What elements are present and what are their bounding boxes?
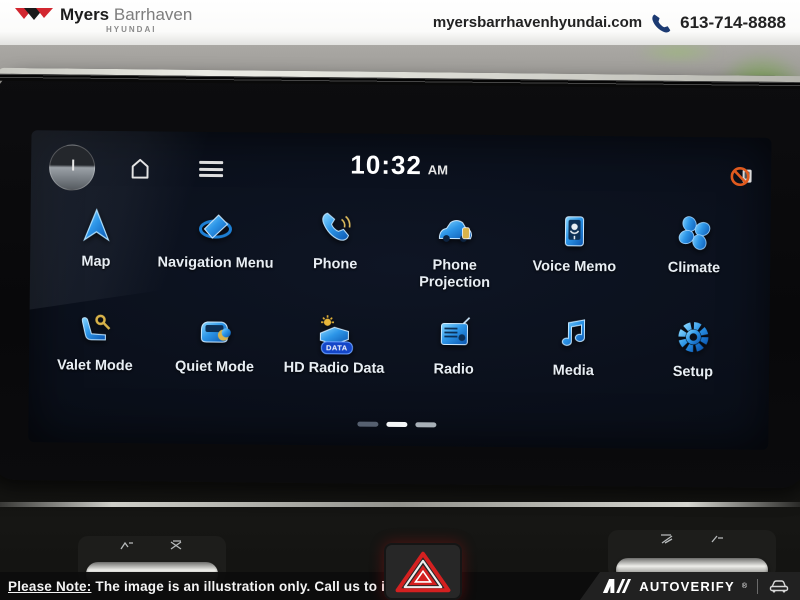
vent-chrome-slat-2 — [0, 521, 800, 525]
data-badge: DATA — [321, 341, 353, 354]
app-tile-valet-mode[interactable]: Valet Mode — [35, 308, 156, 413]
dealer-phone-number: 613-714-8888 — [680, 13, 786, 33]
autoverify-banner: AUTOVERIFY® — [580, 572, 800, 600]
phone-projection-icon — [433, 208, 477, 252]
page-dot-1[interactable] — [357, 422, 378, 427]
app-tile-climate[interactable]: Climate — [634, 210, 755, 315]
setup-gear-icon — [671, 315, 715, 359]
app-tile-media[interactable]: Media — [513, 313, 634, 418]
hamburger-menu-icon[interactable] — [199, 161, 223, 177]
hd-radio-data-icon: DATA — [312, 311, 356, 355]
myers-logo-icon — [14, 7, 54, 24]
climate-fan-icon — [672, 211, 716, 255]
seat-heat-icon — [119, 540, 135, 551]
phone-icon — [650, 12, 672, 34]
defrost-icon — [659, 534, 675, 545]
dealer-listing-photo: Myers Barrhaven HYUNDAI myersbarrhavenhy… — [0, 0, 800, 600]
app-tile-voice-memo[interactable]: Voice Memo — [514, 209, 635, 314]
app-tile-quiet-mode[interactable]: Quiet Mode — [154, 309, 275, 414]
map-icon — [74, 205, 118, 249]
dealer-header: Myers Barrhaven HYUNDAI myersbarrhavenhy… — [0, 0, 800, 45]
dealer-website: myersbarrhavenhyundai.com — [433, 14, 642, 31]
voice-memo-icon — [552, 210, 596, 254]
map-preview-thumbnail[interactable] — [49, 144, 95, 190]
app-tile-radio[interactable]: Radio — [393, 312, 514, 417]
app-tile-phone-projection[interactable]: Phone Projection — [394, 208, 515, 313]
time-value: 10:32 — [350, 149, 422, 181]
car-icon — [768, 579, 790, 593]
app-tile-map[interactable]: Map — [36, 204, 157, 309]
media-icon — [551, 314, 595, 358]
dealer-contact: myersbarrhavenhyundai.com 613-714-8888 — [433, 12, 786, 34]
page-indicator[interactable] — [357, 422, 436, 428]
navigation-menu-icon — [194, 206, 238, 250]
autoverify-label: AUTOVERIFY — [639, 579, 735, 594]
page-dot-3[interactable] — [415, 422, 436, 427]
phone-handset-icon — [313, 207, 357, 251]
car-dashboard-photo: 10:32 AM Map — [0, 45, 800, 600]
infotainment-display: 10:32 AM Map — [28, 130, 771, 450]
bluetooth-disconnected-icon[interactable] — [729, 163, 755, 189]
clock: 10:32 AM — [350, 149, 448, 181]
home-icon[interactable] — [127, 155, 153, 181]
time-meridiem: AM — [428, 162, 448, 177]
app-tile-phone[interactable]: Phone — [275, 207, 396, 312]
quiet-mode-icon — [193, 310, 237, 354]
app-tile-navigation-menu[interactable]: Navigation Menu — [155, 205, 276, 310]
radio-icon — [432, 312, 476, 356]
dealer-brand: HYUNDAI — [106, 22, 192, 38]
page-dot-2-active[interactable] — [386, 422, 407, 427]
mode-icon — [709, 534, 725, 545]
infotainment-bezel: 10:32 AM Map — [0, 68, 800, 489]
autoverify-logo-icon — [602, 577, 632, 595]
valet-mode-icon — [73, 309, 117, 353]
app-tile-hd-radio-data[interactable]: DATA HD Radio Data — [274, 311, 395, 416]
vent-chrome-slat — [0, 502, 800, 507]
app-grid: Map Navigation Menu — [35, 204, 755, 420]
app-tile-setup[interactable]: Setup — [633, 314, 754, 419]
fan-speed-icon — [169, 540, 185, 551]
hazard-warning-button[interactable] — [384, 543, 462, 600]
disclaimer-text: Please Note: The image is an illustratio… — [8, 579, 432, 594]
dealer-logo: Myers Barrhaven HYUNDAI — [14, 7, 192, 38]
hazard-triangle-icon — [392, 547, 454, 597]
dealer-name: Myers — [60, 5, 109, 24]
